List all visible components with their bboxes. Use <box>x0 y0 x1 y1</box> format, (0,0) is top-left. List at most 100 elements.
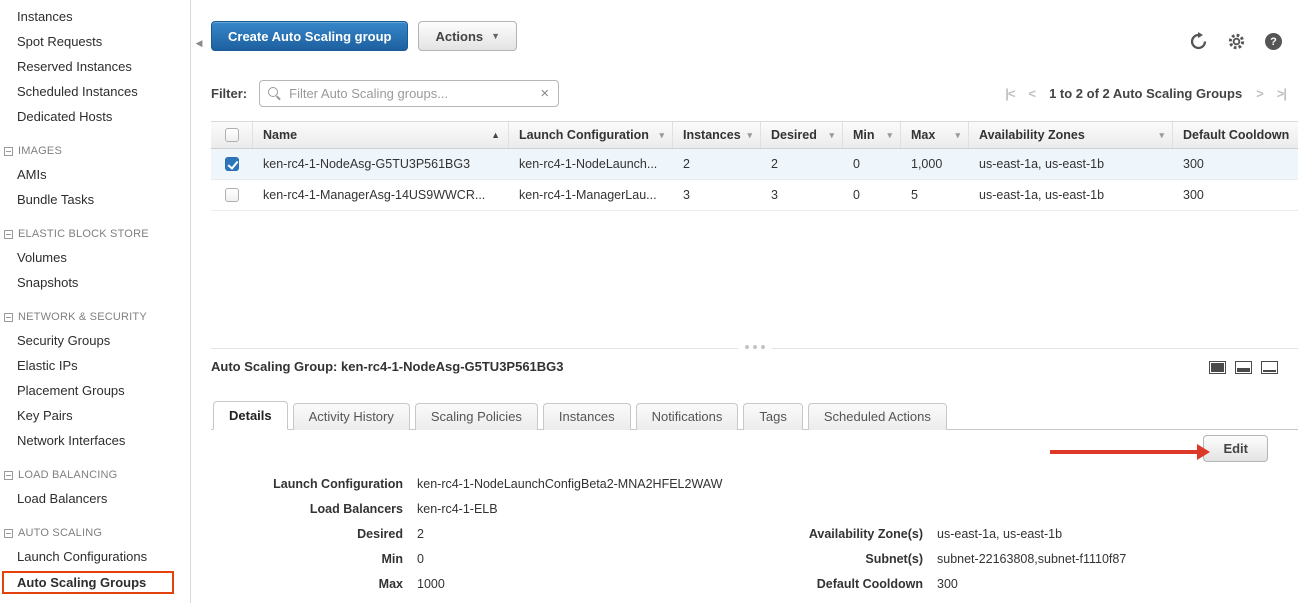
field-desired: Desired 2 <box>211 521 722 546</box>
field-label: Launch Configuration <box>211 477 403 491</box>
sidebar-item-load-balancers[interactable]: Load Balancers <box>0 486 190 511</box>
sidebar-item-placement-groups[interactable]: Placement Groups <box>0 378 190 403</box>
sidebar-item-reserved-instances[interactable]: Reserved Instances <box>0 54 190 79</box>
sidebar-item-bundle-tasks[interactable]: Bundle Tasks <box>0 187 190 212</box>
sidebar-item-dedicated-hosts[interactable]: Dedicated Hosts <box>0 104 190 129</box>
sidebar-item-key-pairs[interactable]: Key Pairs <box>0 403 190 428</box>
collapse-section-icon[interactable] <box>4 471 13 480</box>
sidebar-item-instances[interactable]: Instances <box>0 4 190 29</box>
edit-button[interactable]: Edit <box>1203 435 1268 462</box>
cell-name: ken-rc4-1-ManagerAsg-14US9WWCR... <box>253 180 509 210</box>
help-icon[interactable]: ? <box>1265 33 1282 50</box>
row-checkbox[interactable] <box>225 188 239 202</box>
pagination: |< < 1 to 2 of 2 Auto Scaling Groups > >… <box>1005 86 1286 101</box>
tab-scaling-policies[interactable]: Scaling Policies <box>415 403 538 430</box>
column-header-default-cooldown[interactable]: Default Cooldown <box>1173 122 1298 148</box>
column-header-desired[interactable]: Desired ▾ <box>761 122 843 148</box>
field-value: us-east-1a, us-east-1b <box>937 527 1062 541</box>
cell-instances: 3 <box>673 180 761 210</box>
gear-icon[interactable] <box>1227 32 1246 51</box>
sidebar-item-security-groups[interactable]: Security Groups <box>0 328 190 353</box>
column-header-instances[interactable]: Instances ▾ <box>673 122 761 148</box>
panel-resize-handle[interactable] <box>738 345 772 349</box>
tab-notifications[interactable]: Notifications <box>636 403 739 430</box>
checkbox-icon[interactable] <box>225 128 239 142</box>
column-label: Instances <box>683 128 741 142</box>
column-menu-icon[interactable]: ▾ <box>747 130 752 141</box>
tab-details[interactable]: Details <box>213 401 288 430</box>
collapse-section-icon[interactable] <box>4 313 13 322</box>
actions-button[interactable]: Actions ▼ <box>418 21 517 51</box>
column-header-max[interactable]: Max ▾ <box>901 122 969 148</box>
cell-desired: 3 <box>761 180 843 210</box>
column-menu-icon[interactable]: ▾ <box>829 130 834 141</box>
ec2-console-page: Instances Spot Requests Reserved Instanc… <box>0 0 1298 603</box>
sidebar-item-volumes[interactable]: Volumes <box>0 245 190 270</box>
filter-label: Filter: <box>211 86 247 101</box>
cell-default-cooldown: 300 <box>1173 149 1214 179</box>
pagination-last-button[interactable]: >| <box>1277 86 1286 101</box>
detail-tabs: Details Activity History Scaling Policie… <box>211 401 1298 430</box>
sidebar-item-scheduled-instances[interactable]: Scheduled Instances <box>0 79 190 104</box>
pagination-next-button[interactable]: > <box>1256 86 1263 101</box>
field-label: Default Cooldown <box>701 577 923 591</box>
split-panel-icon[interactable] <box>1235 361 1252 374</box>
filter-bar: Filter: × |< < 1 to 2 of 2 Auto Scaling … <box>211 80 1286 107</box>
row-checkbox[interactable] <box>225 157 239 171</box>
refresh-icon[interactable] <box>1189 32 1208 51</box>
sidebar: Instances Spot Requests Reserved Instanc… <box>0 0 191 603</box>
pagination-first-button[interactable]: |< <box>1005 86 1014 101</box>
sidebar-item-auto-scaling-groups[interactable]: Auto Scaling Groups <box>2 571 174 594</box>
column-header-launch-configuration[interactable]: Launch Configuration ▾ <box>509 122 673 148</box>
minimize-panel-icon[interactable] <box>1261 361 1278 374</box>
column-menu-icon[interactable]: ▾ <box>1159 130 1164 141</box>
column-header-min[interactable]: Min ▾ <box>843 122 901 148</box>
cell-availability-zones: us-east-1a, us-east-1b <box>969 180 1173 210</box>
field-label: Max <box>211 577 403 591</box>
field-load-balancers: Load Balancers ken-rc4-1-ELB <box>211 496 722 521</box>
sidebar-section-label: ELASTIC BLOCK STORE <box>18 228 149 240</box>
maximize-panel-icon[interactable] <box>1209 361 1226 374</box>
field-availability-zones: Availability Zone(s) us-east-1a, us-east… <box>701 521 1126 546</box>
annotation-arrow <box>1050 444 1210 460</box>
sidebar-item-launch-configurations[interactable]: Launch Configurations <box>0 544 190 569</box>
column-label: Name <box>263 128 297 142</box>
field-value: subnet-22163808,subnet-f1110f87 <box>937 552 1126 566</box>
cell-max: 1,000 <box>901 149 969 179</box>
filter-search-input[interactable] <box>287 85 531 102</box>
column-header-name[interactable]: Name ▲ <box>253 122 509 148</box>
tab-instances[interactable]: Instances <box>543 403 631 430</box>
tab-scheduled-actions[interactable]: Scheduled Actions <box>808 403 947 430</box>
column-label: Availability Zones <box>979 128 1085 142</box>
sidebar-section-label: NETWORK & SECURITY <box>18 311 147 323</box>
sidebar-item-network-interfaces[interactable]: Network Interfaces <box>0 428 190 453</box>
tab-tags[interactable]: Tags <box>743 403 802 430</box>
field-placement-group: Placement Group <box>701 596 1126 603</box>
field-health-check-type: Health Check Type EC2 <box>211 596 722 603</box>
sidebar-item-elastic-ips[interactable]: Elastic IPs <box>0 353 190 378</box>
header-icons: ? <box>1189 32 1282 51</box>
collapse-section-icon[interactable] <box>4 230 13 239</box>
column-menu-icon[interactable]: ▾ <box>955 130 960 141</box>
toolbar: Create Auto Scaling group Actions ▼ <box>211 21 517 51</box>
select-all-checkbox[interactable] <box>211 122 253 148</box>
collapse-section-icon[interactable] <box>4 529 13 538</box>
sidebar-item-snapshots[interactable]: Snapshots <box>0 270 190 295</box>
column-menu-icon[interactable]: ▾ <box>887 130 892 141</box>
table-row[interactable]: ken-rc4-1-NodeAsg-G5TU3P561BG3 ken-rc4-1… <box>211 149 1298 180</box>
column-label: Default Cooldown <box>1183 128 1289 142</box>
filter-search-box: × <box>259 80 559 107</box>
tab-activity-history[interactable]: Activity History <box>293 403 410 430</box>
cell-launch-configuration: ken-rc4-1-ManagerLau... <box>509 180 673 210</box>
field-label: Subnet(s) <box>701 552 923 566</box>
column-header-availability-zones[interactable]: Availability Zones ▾ <box>969 122 1173 148</box>
collapse-section-icon[interactable] <box>4 147 13 156</box>
field-label: Availability Zone(s) <box>701 527 923 541</box>
table-row[interactable]: ken-rc4-1-ManagerAsg-14US9WWCR... ken-rc… <box>211 180 1298 211</box>
create-auto-scaling-group-button[interactable]: Create Auto Scaling group <box>211 21 408 51</box>
sidebar-item-spot-requests[interactable]: Spot Requests <box>0 29 190 54</box>
clear-filter-icon[interactable]: × <box>531 85 558 102</box>
column-menu-icon[interactable]: ▾ <box>659 130 664 141</box>
pagination-prev-button[interactable]: < <box>1028 86 1035 101</box>
sidebar-item-amis[interactable]: AMIs <box>0 162 190 187</box>
